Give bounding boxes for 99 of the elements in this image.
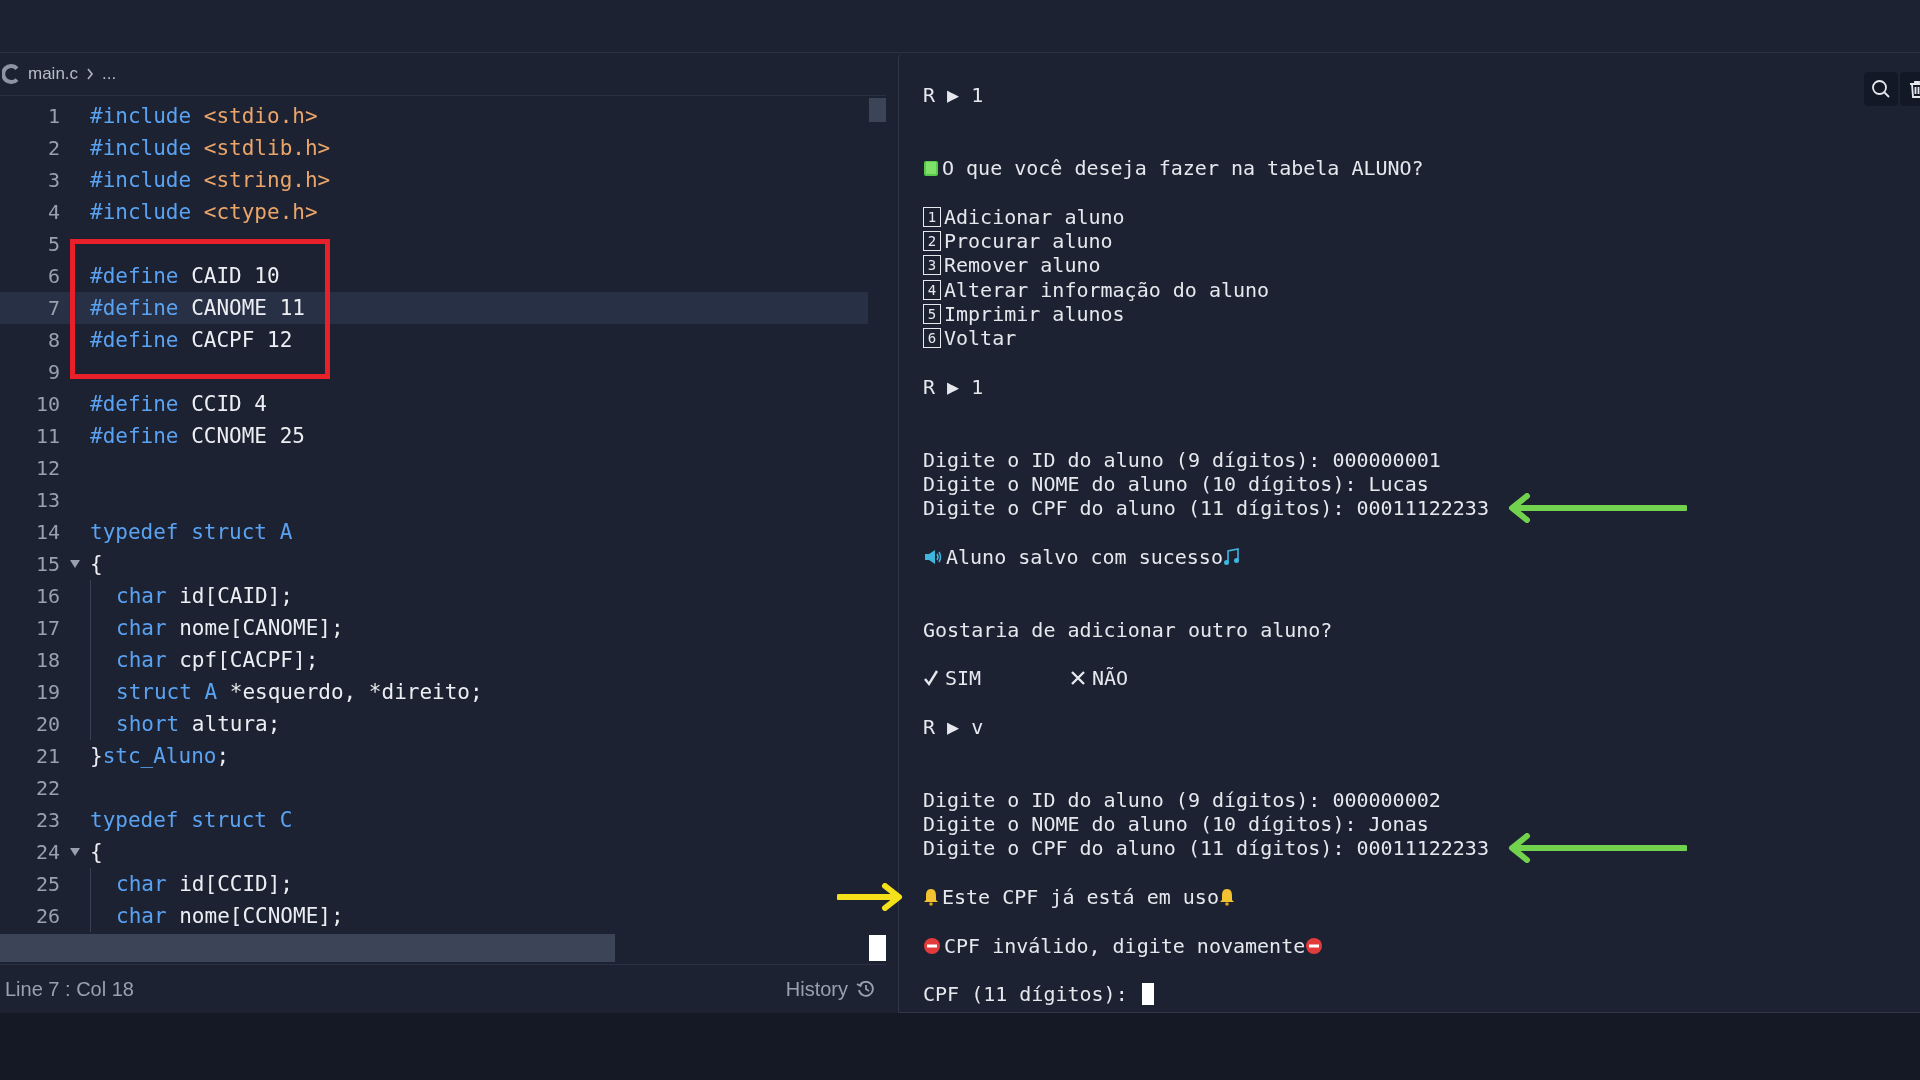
code-line: #include <stdio.h> <box>90 104 318 128</box>
line-number: 1 <box>46 104 60 128</box>
no-entry-icon <box>1305 936 1324 955</box>
code-line: #include <stdlib.h> <box>90 136 331 160</box>
music-notes-icon <box>1222 546 1241 567</box>
line-number: 15 <box>34 552 60 576</box>
line-number: 13 <box>34 488 60 512</box>
line-number: 7 <box>46 296 60 320</box>
check-icon <box>923 669 939 688</box>
number-key: 4 <box>923 279 941 300</box>
terminal-text: Digite o NOME do aluno (10 dígitos): Lucas <box>923 471 1429 496</box>
line-number: 19 <box>34 680 60 704</box>
number-key: 5 <box>923 303 941 324</box>
bell-icon <box>1218 887 1235 906</box>
choice-label: SIM <box>945 666 982 691</box>
line-number: 22 <box>34 776 60 800</box>
code-line: short altura; <box>116 712 281 736</box>
code-line: char cpf[CACPF]; <box>116 648 319 672</box>
horizontal-scrollbar-thumb[interactable] <box>0 934 615 962</box>
terminal-text: Digite o NOME do aluno (10 dígitos): Jonas <box>923 812 1429 837</box>
line-number: 17 <box>34 616 60 640</box>
code-line: #include <ctype.h> <box>90 200 318 224</box>
line-number: 2 <box>46 136 60 160</box>
code-line: typedef struct C <box>90 808 293 832</box>
line-number: 20 <box>34 712 60 736</box>
line-number: 5 <box>46 232 60 256</box>
code-line: char id[CCID]; <box>116 872 293 896</box>
code-line: struct A *esquerdo, *direito; <box>116 680 483 704</box>
line-number: 12 <box>34 456 60 480</box>
c-logo-icon <box>2 64 20 84</box>
terminal-text: R ▶ v <box>923 714 984 739</box>
code-line: #define CCID 4 <box>90 392 268 416</box>
code-line: char nome[CCNOME]; <box>116 904 344 928</box>
code-line: #include <string.h> <box>90 168 331 192</box>
no-entry-icon <box>923 936 941 955</box>
history-button[interactable]: History <box>785 977 876 1001</box>
line-number: 16 <box>34 584 60 608</box>
line-number: 14 <box>34 520 60 544</box>
breadcrumb-more[interactable]: ... <box>102 64 117 84</box>
speaker-icon <box>923 547 943 566</box>
code-line: typedef struct A <box>90 520 293 544</box>
menu-option: Remover aluno <box>944 253 1101 278</box>
terminal-text: R ▶ 1 <box>923 374 984 399</box>
search-button[interactable] <box>1864 72 1898 106</box>
line-number: 21 <box>34 744 60 768</box>
book-icon <box>923 159 939 178</box>
bell-icon <box>923 887 939 906</box>
terminal-text: R ▶ 1 <box>923 83 984 108</box>
text-cursor <box>1141 983 1154 1006</box>
line-number: 26 <box>34 904 60 928</box>
terminal-text: Aluno salvo com sucesso <box>946 544 1223 569</box>
line-number: 23 <box>34 808 60 832</box>
terminal-text: Digite o ID do aluno (9 dígitos): 000000002 <box>923 787 1441 812</box>
number-key: 2 <box>923 230 941 251</box>
line-number: 25 <box>34 872 60 896</box>
menu-option: Procurar aluno <box>944 228 1113 253</box>
chevron-icon <box>86 68 95 80</box>
menu-option: Imprimir alunos <box>944 301 1125 326</box>
code-line: #define CANOME 11 <box>90 296 305 320</box>
line-number: 24 <box>34 840 60 864</box>
line-number: 4 <box>46 200 60 224</box>
file-breadcrumb[interactable]: main.c <box>28 64 79 84</box>
number-key: 3 <box>923 255 941 276</box>
vertical-scrollbar-thumb[interactable] <box>869 98 886 122</box>
history-icon <box>856 979 876 999</box>
fold-caret-icon[interactable] <box>69 847 81 857</box>
menu-option: Alterar informação do aluno <box>944 277 1270 302</box>
search-icon <box>1871 79 1891 99</box>
code-line: #define CCNOME 25 <box>90 424 305 448</box>
terminal-text: Digite o CPF do aluno (11 dígitos): 00011122233 <box>923 496 1489 521</box>
line-number: 8 <box>46 328 60 352</box>
terminal-text: Este CPF já está em uso <box>942 884 1219 909</box>
number-key: 6 <box>923 328 941 349</box>
menu-option: Adicionar aluno <box>944 204 1125 229</box>
line-number: 10 <box>34 392 60 416</box>
terminal-text: Digite o CPF do aluno (11 dígitos): 00011122233 <box>923 836 1489 861</box>
line-number: 18 <box>34 648 60 672</box>
fold-caret-icon[interactable] <box>69 559 81 569</box>
number-key: 1 <box>923 206 941 227</box>
line-number: 9 <box>46 360 60 384</box>
line-number: 6 <box>46 264 60 288</box>
choice-label: NÃO <box>1092 666 1129 691</box>
code-line: { <box>90 552 103 576</box>
terminal-prompt: CPF (11 dígitos): <box>923 982 1128 1007</box>
code-line: { <box>90 840 103 864</box>
code-line: }stc_Aluno; <box>90 744 230 768</box>
code-line: char nome[CANOME]; <box>116 616 344 640</box>
code-line: char id[CAID]; <box>116 584 293 608</box>
code-line: #define CACPF 12 <box>90 328 293 352</box>
scroll-corner-marker <box>869 935 886 961</box>
line-number: 3 <box>46 168 60 192</box>
terminal-text: Gostaria de adicionar outro aluno? <box>923 617 1333 642</box>
terminal-text: Digite o ID do aluno (9 dígitos): 000000001 <box>923 447 1441 472</box>
terminal-text: O que você deseja fazer na tabela ALUNO? <box>942 156 1424 181</box>
cursor-position: Line 7 : Col 18 <box>5 977 134 1001</box>
line-number: 11 <box>34 424 60 448</box>
menu-option: Voltar <box>944 326 1017 351</box>
terminal-text: CPF inválido, digite novamente <box>944 933 1306 958</box>
code-line: #define CAID 10 <box>90 264 280 288</box>
